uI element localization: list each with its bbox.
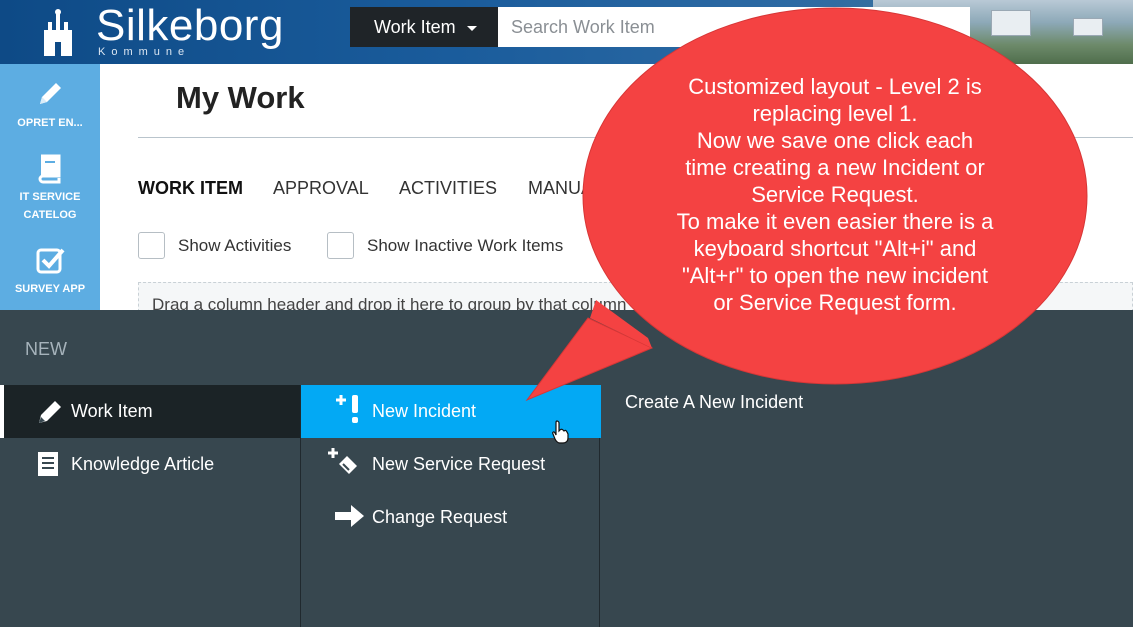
show-activities-label: Show Activities	[178, 236, 292, 255]
hand-cursor-icon	[552, 420, 569, 444]
pencil-icon	[39, 401, 61, 423]
brand-subtitle: Kommune	[98, 46, 191, 58]
tab-approval[interactable]: APPROVAL	[273, 178, 369, 199]
work-item-dropdown[interactable]: Work Item	[350, 7, 498, 47]
work-item-dropdown-label: Work Item	[374, 17, 456, 37]
menu-item-new-service-request[interactable]: New Service Request	[301, 438, 601, 491]
left-sidebar: OPRET EN... IT SERVICE CATELOG SURVEY APP	[0, 64, 100, 310]
checkbox-icon	[36, 248, 65, 274]
tab-manual[interactable]: MANUA	[528, 178, 593, 199]
level1-menu: Work Item Knowledge Article	[0, 385, 300, 627]
sidebar-item-label: SURVEY APP	[14, 283, 86, 295]
menu-item-knowledge-article[interactable]: Knowledge Article	[0, 438, 300, 491]
book-icon	[38, 154, 61, 184]
document-icon	[38, 452, 58, 476]
caret-down-icon	[466, 25, 477, 31]
menu-item-label: Knowledge Article	[71, 454, 215, 474]
silkeborg-logo-icon	[44, 9, 72, 56]
sidebar-item-survey[interactable]: SURVEY APP	[0, 244, 100, 298]
sidebar-item-it-service[interactable]: IT SERVICE CATELOG	[0, 152, 100, 224]
menu-item-work-item[interactable]: Work Item	[0, 385, 300, 438]
arrow-right-icon	[335, 505, 364, 527]
sidebar-item-opret[interactable]: OPRET EN...	[0, 78, 100, 132]
brand-name: Silkeborg	[96, 1, 284, 50]
menu-item-label: New Service Request	[372, 454, 546, 474]
sidebar-item-label: OPRET EN...	[17, 117, 83, 129]
menu-item-label: New Incident	[372, 401, 477, 421]
plus-exclamation-icon	[336, 395, 358, 423]
menu-item-change-request[interactable]: Change Request	[301, 491, 601, 544]
show-inactive-checkbox[interactable]	[327, 232, 354, 259]
menu-item-label: Change Request	[372, 507, 508, 527]
callout-text: Customized layout - Level 2 is replacing…	[676, 74, 994, 315]
drawer-title: NEW	[25, 339, 67, 359]
new-item-drawer: NEW Work Item Knowledge Article New Inci…	[0, 310, 1133, 627]
tab-activities[interactable]: ACTIVITIES	[399, 178, 497, 199]
show-inactive-label: Show Inactive Work Items	[367, 236, 564, 255]
page-title: My Work	[176, 80, 305, 115]
plus-ticket-icon	[328, 448, 357, 474]
pencil-icon	[40, 83, 61, 104]
item-description: Create A New Incident	[625, 392, 804, 412]
search-input[interactable]	[498, 7, 970, 47]
sidebar-item-label: IT SERVICE CATELOG	[19, 191, 81, 221]
tab-work-item[interactable]: WORK ITEM	[138, 178, 243, 199]
show-activities-checkbox[interactable]	[138, 232, 165, 259]
menu-item-label: Work Item	[71, 401, 153, 421]
